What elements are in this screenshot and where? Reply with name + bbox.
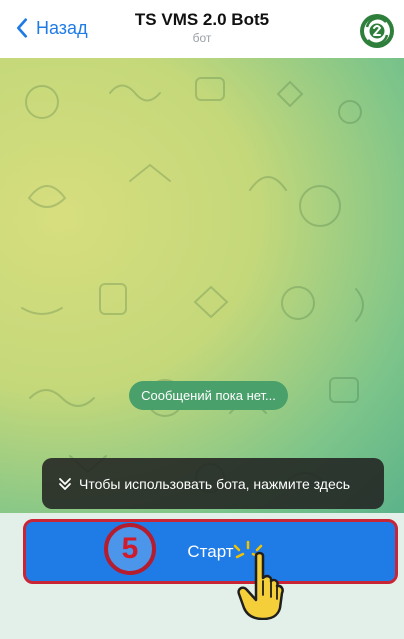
doodle-pattern — [21, 77, 364, 493]
step-number: 5 — [121, 532, 139, 565]
empty-chat-message: Сообщений пока нет... — [129, 381, 288, 410]
start-button[interactable]: Старт — [23, 519, 398, 584]
chat-subtitle: бот — [192, 31, 212, 45]
chat-header: Назад TS VMS 2.0 Bot5 бот — [0, 0, 404, 58]
chat-background: Сообщений пока нет... Чтобы использовать… — [0, 58, 404, 513]
start-button-label: Старт — [187, 541, 234, 561]
bottom-bar: Старт 5 — [0, 513, 404, 639]
chat-title: TS VMS 2.0 Bot5 — [134, 10, 270, 29]
telegram-bot-chat: Назад TS VMS 2.0 Bot5 бот Сообщений пока… — [0, 0, 404, 639]
start-hint-tooltip[interactable]: Чтобы использовать бота, нажмите здесь — [42, 458, 384, 509]
bot-avatar-icon[interactable] — [359, 13, 395, 49]
step-marker: 5 — [104, 523, 156, 575]
chat-title-wrap[interactable]: TS VMS 2.0 Bot5 бот — [0, 10, 404, 45]
hint-text: Чтобы использовать бота, нажмите здесь — [79, 475, 351, 492]
pointing-hand-icon — [237, 551, 284, 620]
double-chevron-down-icon — [59, 477, 71, 490]
